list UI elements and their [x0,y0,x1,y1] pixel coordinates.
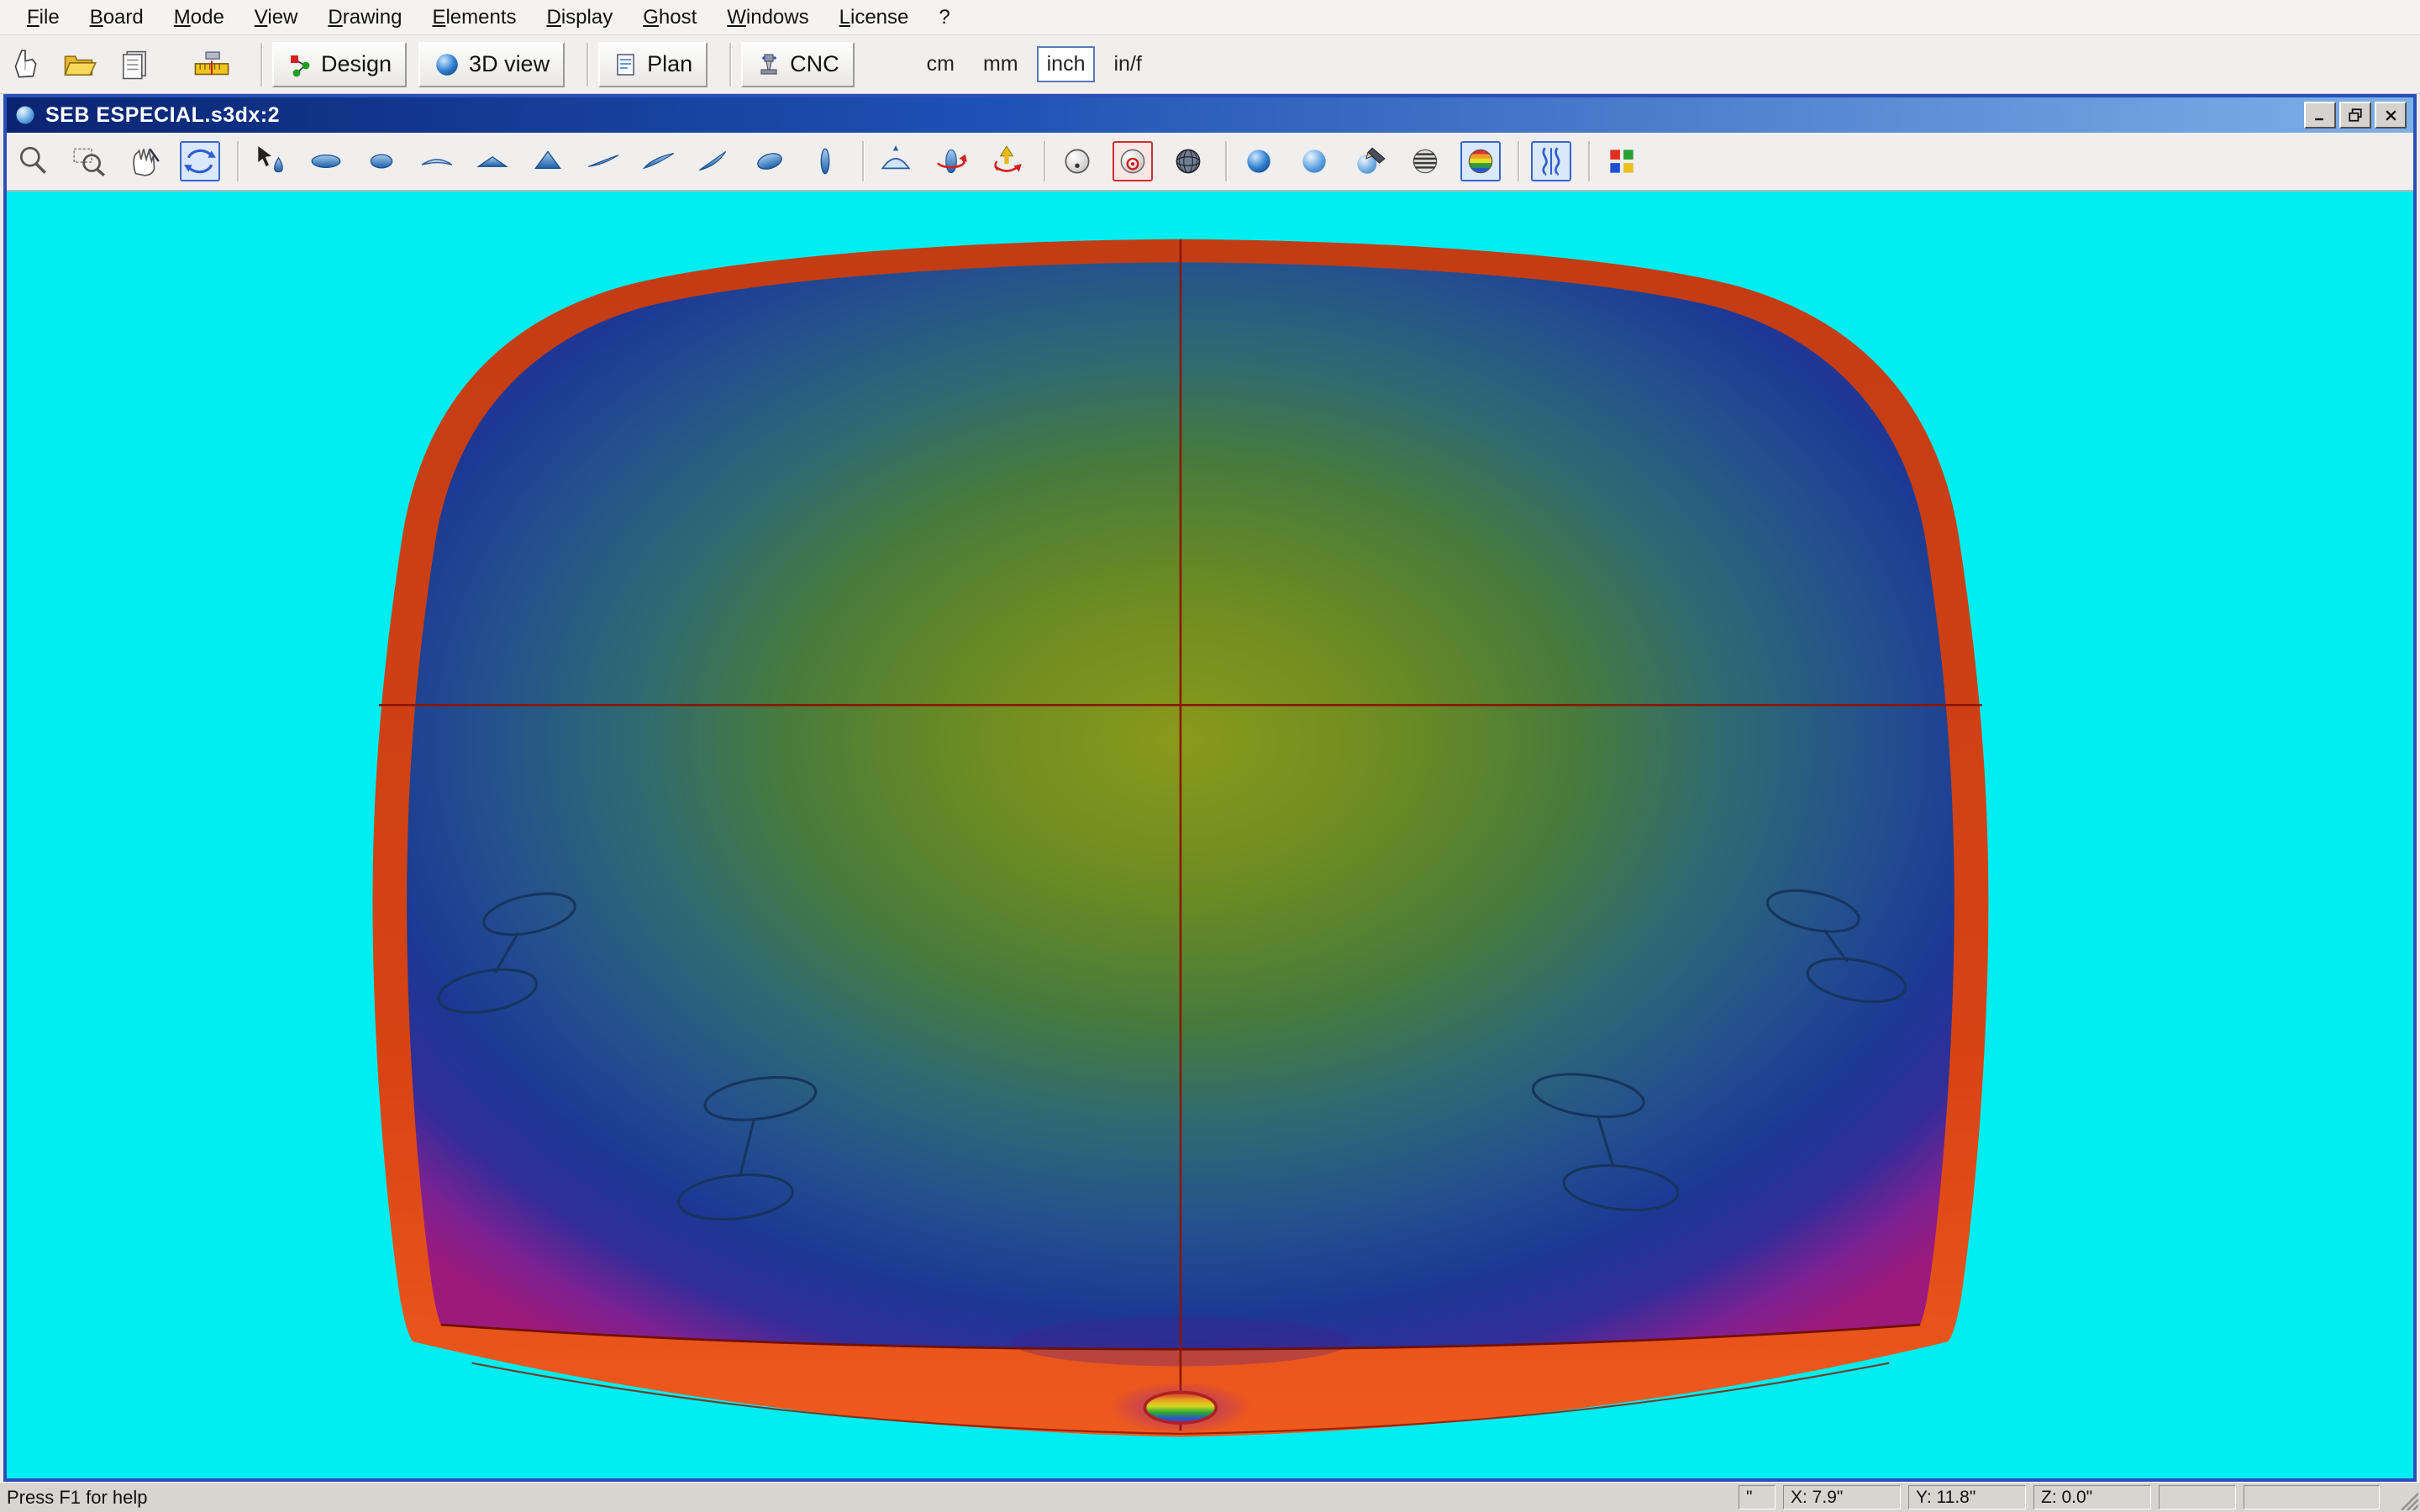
view-toolbar [7,133,2413,192]
toolbar-separator [1225,141,1227,181]
main-toolbar: Design 3D view Plan CNC cm mm inch in/f [0,35,2420,94]
thickness-ellipse-icon[interactable] [361,141,402,181]
open-folder-icon[interactable] [59,45,99,85]
sphere-lines-icon[interactable] [1405,141,1445,181]
unit-selector: cm mm inch in/f [917,46,1152,82]
sphere-pencil-icon[interactable] [1349,141,1390,181]
unit-mm[interactable]: mm [973,46,1028,82]
cnc-button-label: CNC [790,51,839,77]
sphere-light-icon[interactable] [1294,141,1334,181]
3d-view-button[interactable]: 3D view [418,42,565,87]
color-squares-icon[interactable] [1602,141,1642,181]
toolbar-separator [729,43,731,87]
application-window: File Board Mode View Drawing Elements Di… [0,0,2420,1512]
status-bar: Press F1 for help " X: 7.9" Y: 11.8" Z: … [0,1482,2420,1512]
zoom-window-icon[interactable] [69,141,109,181]
unit-field: " [1739,1485,1776,1509]
document-icon [13,103,37,127]
z-coordinate-field: Z: 0.0" [2033,1485,2151,1509]
menu-elements[interactable]: Elements [417,3,531,33]
save-book-icon[interactable] [114,45,155,85]
menu-board[interactable]: Board [75,3,159,33]
coordinate-fields: " X: 7.9" Y: 11.8" Z: 0.0" [1739,1485,2380,1509]
outline-ellipse-icon[interactable] [306,141,346,181]
toolbar-separator [1588,141,1590,181]
rotate-x-axis-icon[interactable] [986,141,1027,181]
sphere-wireframe-icon[interactable] [1168,141,1208,181]
zoom-in-icon[interactable] [13,141,54,181]
slice-curve-icon[interactable] [639,141,679,181]
toolbar-separator [1518,141,1519,181]
toolbar-separator [260,43,262,87]
plan-button[interactable]: Plan [598,42,708,87]
menu-display[interactable]: Display [532,3,629,33]
rocker-curve-icon[interactable] [417,141,457,181]
x-coordinate-field: X: 7.9" [1783,1485,1901,1509]
menu-help[interactable]: ? [923,3,965,33]
design-graph-icon [287,52,313,77]
status-field-extra-1 [2159,1485,2236,1509]
menu-drawing[interactable]: Drawing [313,3,417,33]
menu-file[interactable]: File [12,3,75,33]
toolbar-separator [237,141,239,181]
slice-diagonal-icon[interactable] [694,141,734,181]
sphere-red-ring-icon[interactable] [1113,141,1153,181]
sphere-blue-icon[interactable] [1239,141,1279,181]
cursor-hand-icon[interactable] [5,45,45,85]
menu-mode[interactable]: Mode [159,3,239,33]
unit-inf[interactable]: in/f [1103,46,1151,82]
restore-button[interactable] [2339,102,2371,129]
slice-blob-icon[interactable] [750,141,790,181]
menu-windows[interactable]: Windows [712,3,823,33]
rotate-3d-icon[interactable] [180,141,220,181]
menu-license[interactable]: License [824,3,924,33]
document-title: SEB ESPECIAL.s3dx:2 [45,103,280,128]
close-button[interactable] [2375,102,2407,129]
select-point-icon[interactable] [250,141,291,181]
toolbar-separator [587,43,588,87]
menu-bar: File Board Mode View Drawing Elements Di… [0,0,2420,35]
cnc-button[interactable]: CNC [741,42,855,87]
rotate-y-axis-icon[interactable] [931,141,971,181]
ruler-icon[interactable] [192,45,232,85]
slice-thin-icon[interactable] [583,141,623,181]
status-field-extra-2 [2244,1485,2380,1509]
design-button-label: Design [321,51,392,77]
menu-ghost[interactable]: Ghost [628,3,712,33]
3d-view-button-label: 3D view [469,51,550,77]
viewport-3d[interactable] [7,192,2413,1478]
status-help-text: Press F1 for help [7,1487,148,1509]
cnc-machine-icon [756,52,781,77]
bottom-triangle-icon[interactable] [472,141,513,181]
resize-grip[interactable] [2393,1485,2418,1510]
toolbar-separator [862,141,864,181]
unit-cm[interactable]: cm [917,46,965,82]
rail-triangle-icon[interactable] [528,141,568,181]
plan-document-icon [613,52,639,77]
board-marker-icon[interactable] [876,141,916,181]
sphere-rainbow-icon[interactable] [1460,141,1501,181]
minimize-button[interactable] [2304,102,2336,129]
y-coordinate-field: Y: 11.8" [1908,1485,2026,1509]
unit-inch[interactable]: inch [1037,46,1096,82]
pan-hand-icon[interactable] [124,141,165,181]
menu-view[interactable]: View [239,3,313,33]
document-titlebar: SEB ESPECIAL.s3dx:2 [7,97,2413,133]
slice-vertical-icon[interactable] [805,141,845,181]
design-button[interactable]: Design [272,42,407,87]
surfboard-3d-render [7,192,2413,1478]
document-window: SEB ESPECIAL.s3dx:2 [3,94,2417,1482]
sphere-dot-icon[interactable] [1057,141,1097,181]
plan-button-label: Plan [647,51,692,77]
sphere-3d-icon [434,51,460,78]
toolbar-separator [1044,141,1045,181]
flow-lines-icon[interactable] [1531,141,1571,181]
